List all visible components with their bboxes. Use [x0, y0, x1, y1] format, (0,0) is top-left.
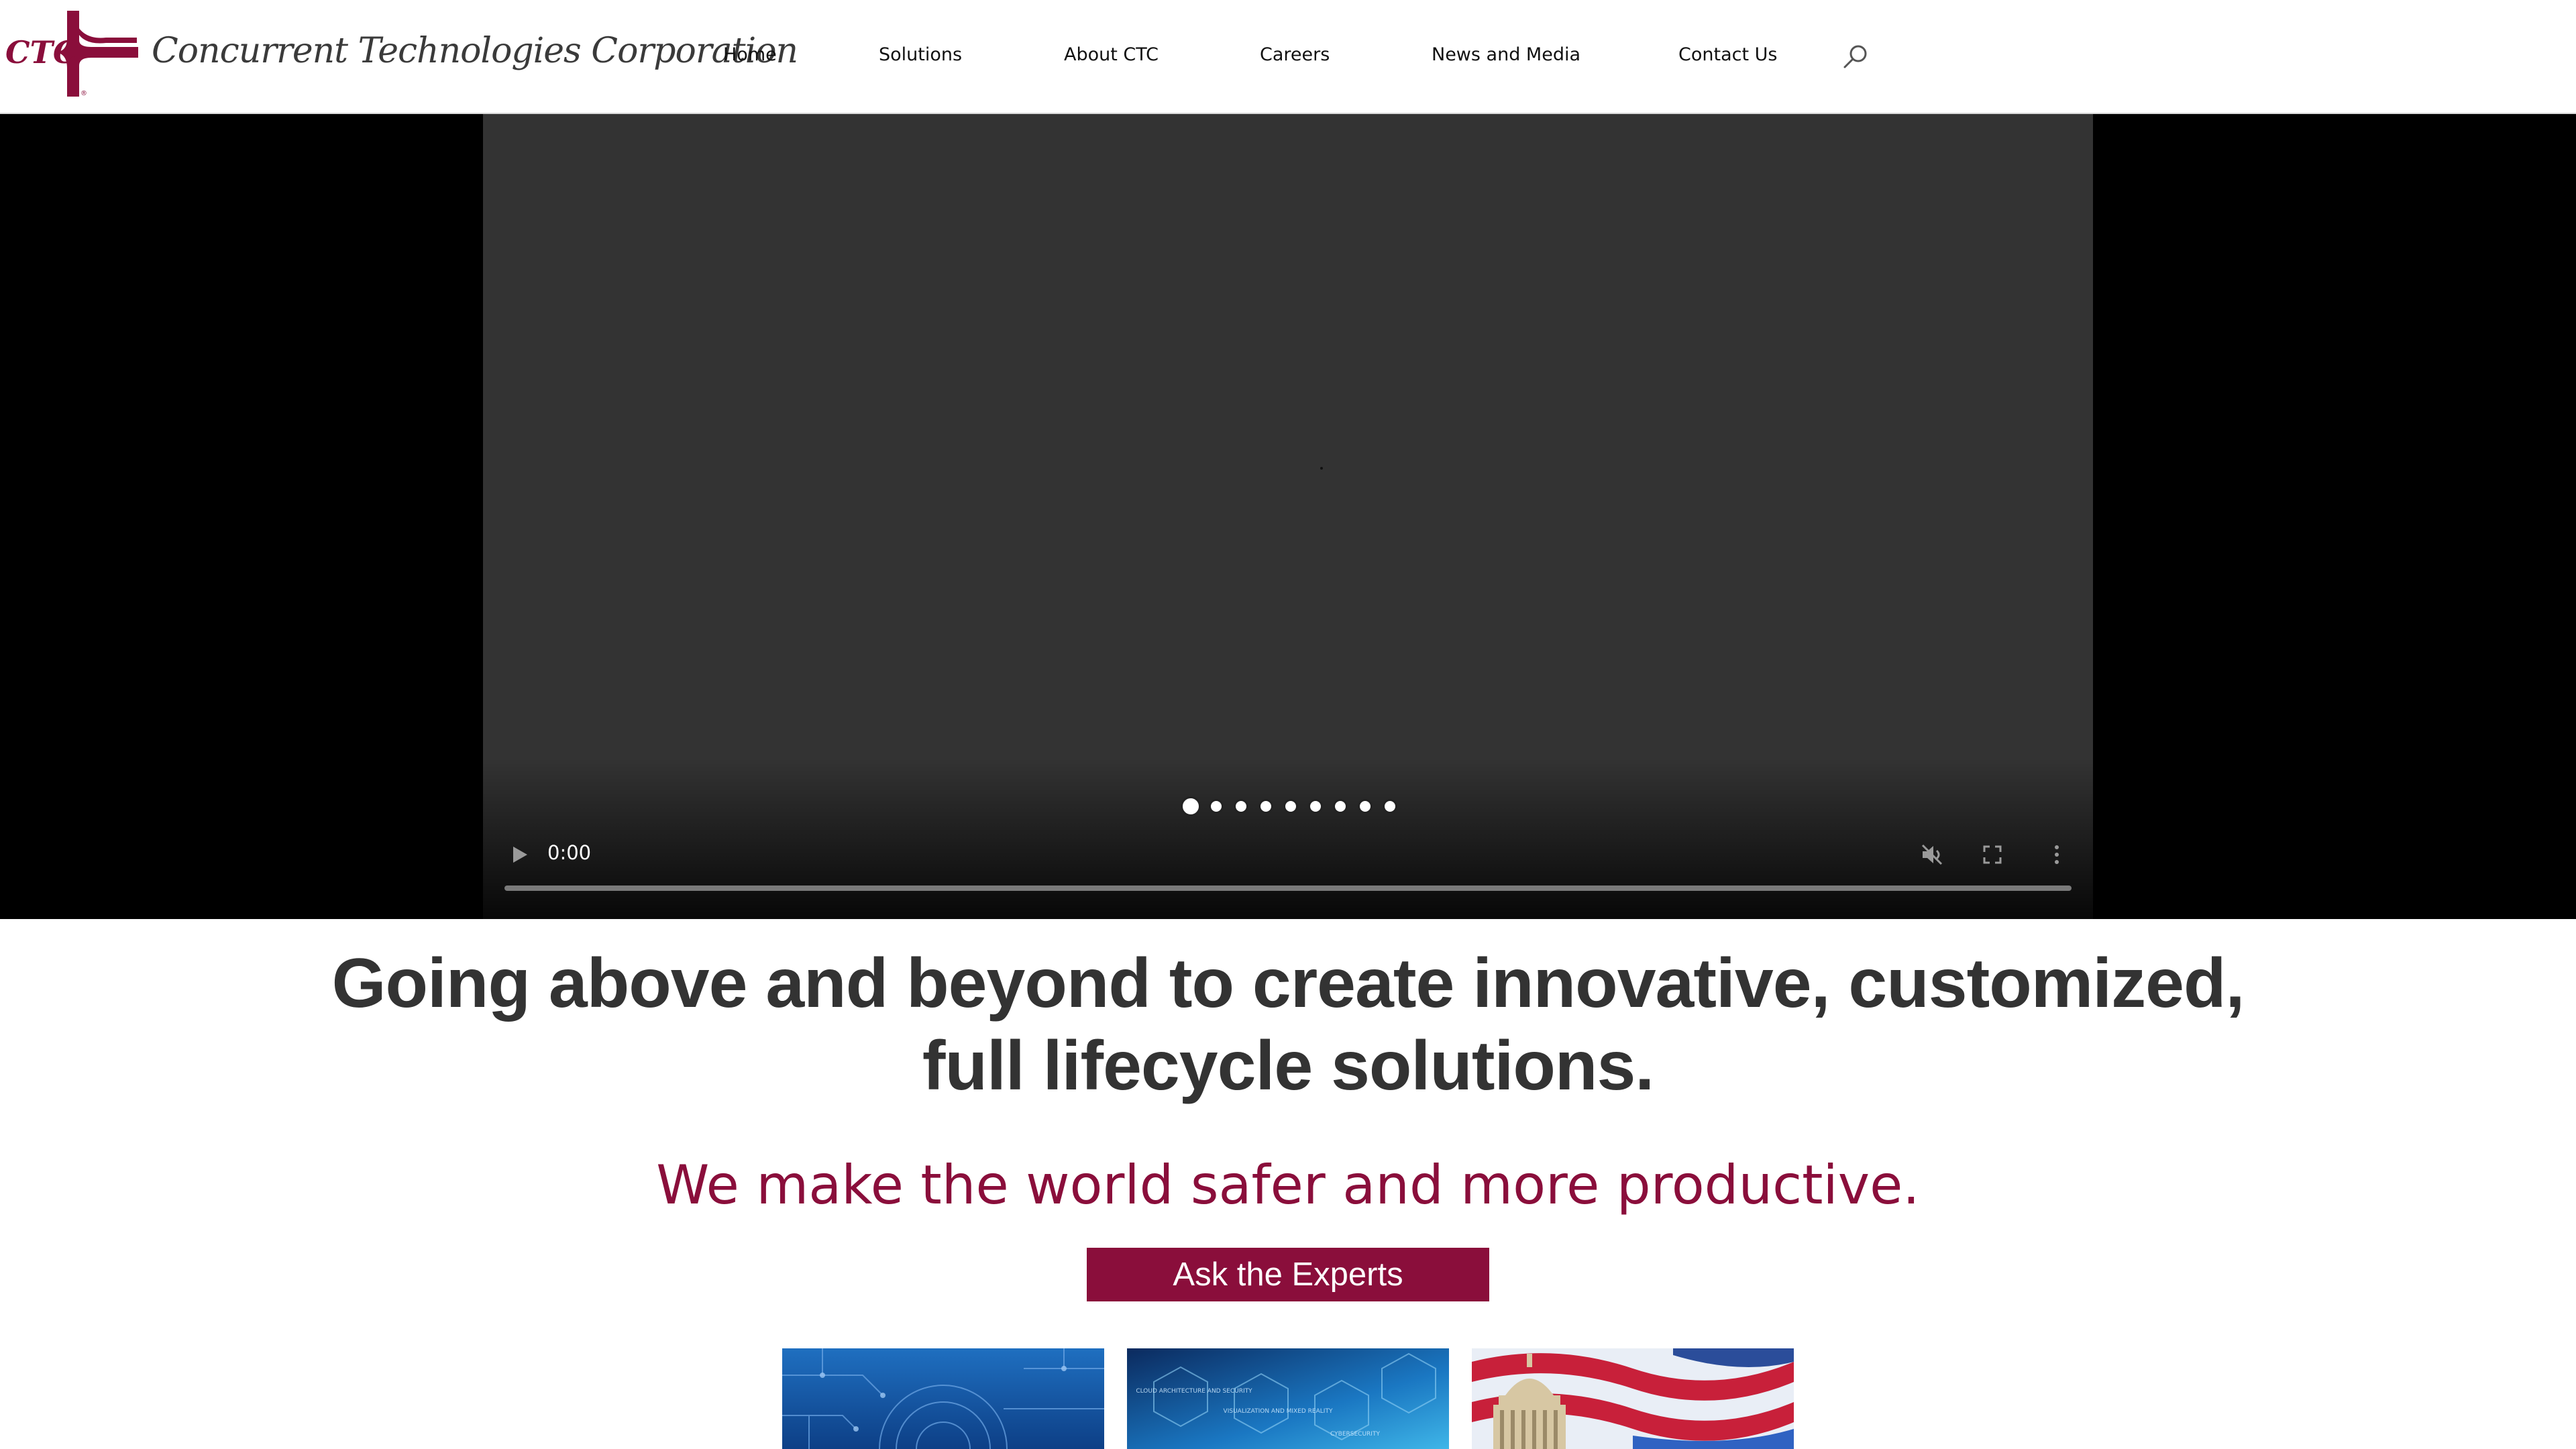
svg-text:®: ® [80, 90, 87, 97]
search-icon [1843, 45, 1867, 68]
more-options-icon [2055, 845, 2059, 864]
slide-indicator-dot[interactable] [1283, 799, 1298, 814]
nav-news-and-media[interactable]: News and Media [1432, 43, 1580, 67]
video-progress-bar[interactable] [504, 885, 2072, 891]
blue-circuit-gear-image [782, 1348, 1104, 1449]
tile-label-visualization: VISUALIZATION AND MIXED REALITY [1224, 1408, 1333, 1415]
nav-contact-us[interactable]: Contact Us [1678, 43, 1777, 67]
hero-video-player[interactable]: 0:00 [483, 114, 2093, 919]
play-icon [513, 847, 527, 863]
site-header: CTC ® Concurrent Technologies Corporatio… [0, 0, 2576, 114]
slide-indicator-dot[interactable] [1234, 799, 1248, 814]
nav-careers[interactable]: Careers [1260, 43, 1330, 67]
slide-indicator-dot[interactable] [1181, 796, 1201, 816]
blue-hexagon-technology-image: CLOUD ARCHITECTURE AND SECURITY VISUALIZ… [1127, 1348, 1449, 1449]
mute-button[interactable] [1919, 841, 1945, 868]
slide-indicator-dot[interactable] [1308, 799, 1323, 814]
slide-indicator-dot[interactable] [1358, 799, 1373, 814]
company-name: Concurrent Technologies Corporation [152, 31, 798, 71]
capitol-dome-flag-image [1472, 1348, 1794, 1449]
main-headline: Going above and beyond to create innovat… [331, 945, 2245, 1105]
tile-label-cybersecurity: CYBERSECURITY [1330, 1431, 1380, 1438]
video-controls-shade [483, 758, 2093, 919]
ask-the-experts-button[interactable]: Ask the Experts [1087, 1248, 1489, 1301]
ctc-logo-mark: CTC ® [5, 11, 138, 97]
svg-text:CTC: CTC [5, 34, 78, 70]
loading-indicator [1320, 467, 1323, 470]
nav-about-ctc[interactable]: About CTC [1064, 43, 1159, 67]
slide-indicator-dot[interactable] [1383, 799, 1397, 814]
current-time: 0:00 [547, 841, 592, 864]
tile-label-cloud: CLOUD ARCHITECTURE AND SECURITY [1136, 1388, 1252, 1395]
slide-indicator-dot[interactable] [1333, 799, 1348, 814]
slide-indicators [483, 794, 2093, 821]
ctc-logo[interactable]: CTC ® [5, 11, 140, 97]
nav-solutions[interactable]: Solutions [879, 43, 962, 67]
slide-indicator-dot[interactable] [1209, 799, 1224, 814]
slide-indicator-dot[interactable] [1258, 799, 1273, 814]
mute-icon [1921, 844, 1943, 865]
play-button[interactable] [507, 843, 531, 867]
fullscreen-button[interactable] [1980, 843, 2004, 867]
search-button[interactable] [1841, 42, 1870, 71]
hero-section: 0:00 [0, 114, 2576, 919]
tagline: We make the world safer and more product… [656, 1154, 1920, 1216]
solution-tile-3[interactable] [1472, 1348, 1794, 1449]
solution-tile-2[interactable]: CLOUD ARCHITECTURE AND SECURITY VISUALIZ… [1127, 1348, 1449, 1449]
nav-home[interactable]: Home [723, 43, 777, 67]
fullscreen-icon [1983, 845, 2002, 864]
more-options-button[interactable] [2050, 841, 2063, 868]
solution-tile-1[interactable] [782, 1348, 1104, 1449]
